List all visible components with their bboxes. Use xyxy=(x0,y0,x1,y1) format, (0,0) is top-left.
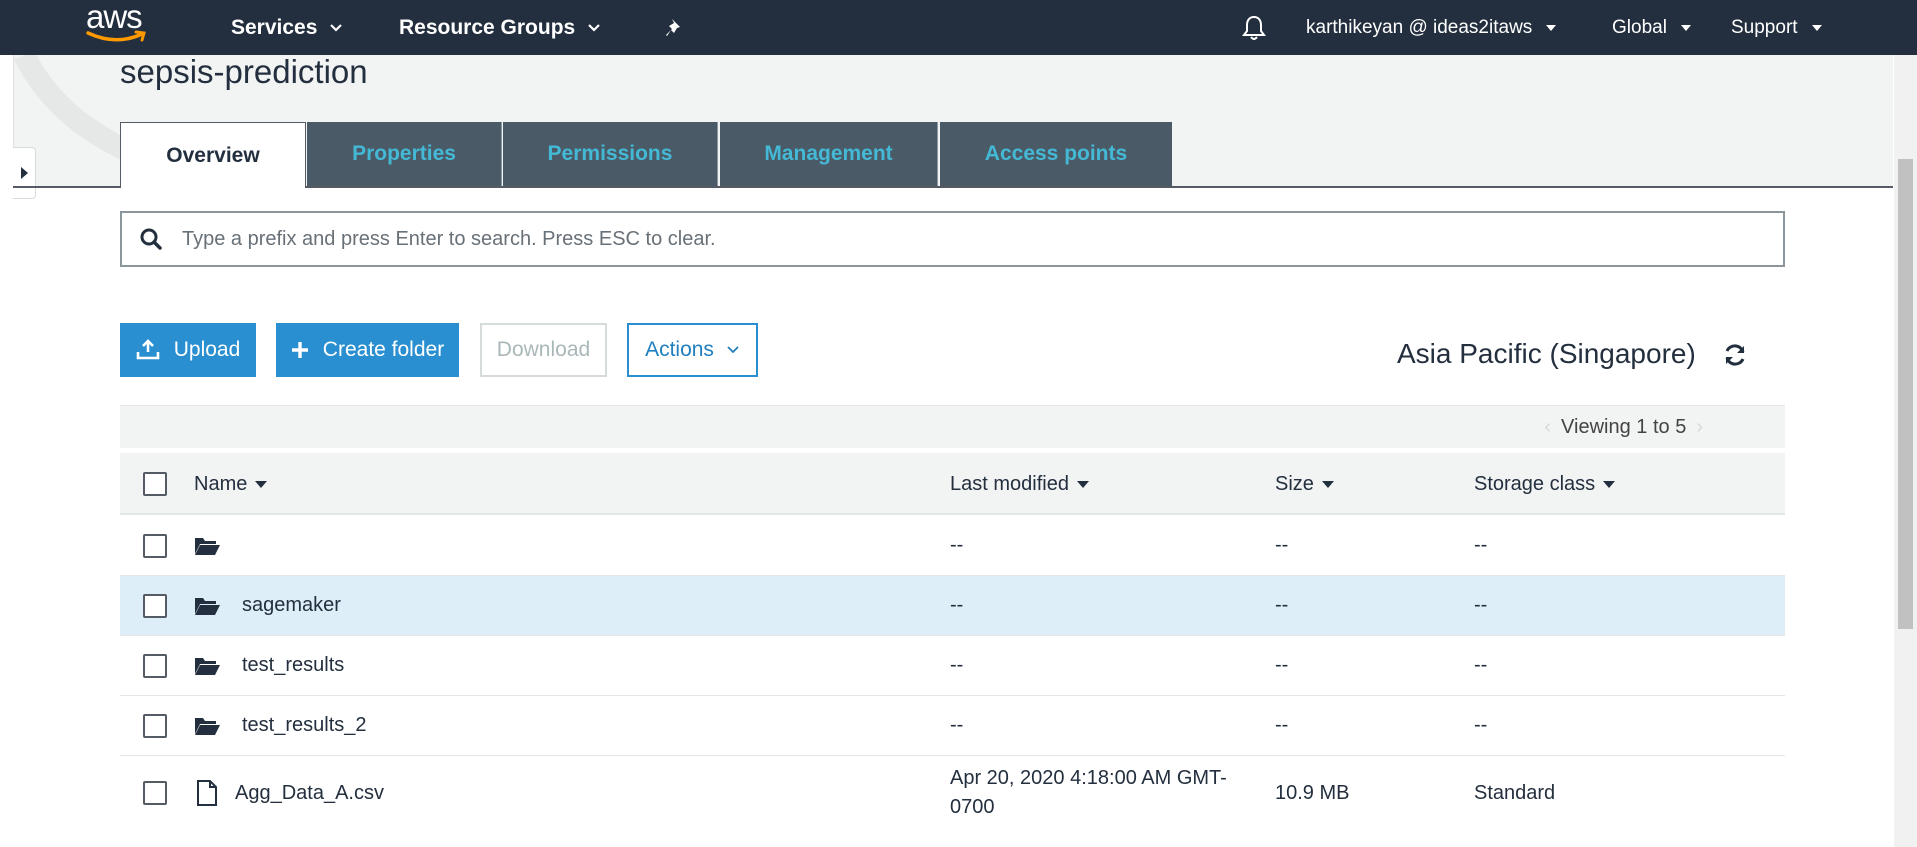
caret-right-icon xyxy=(20,167,28,179)
table-row[interactable]: Agg_Data_A.csv Apr 20, 2020 4:18:00 AM G… xyxy=(120,756,1785,830)
size-value: -- xyxy=(1275,534,1289,556)
table-row[interactable]: test_results -- -- -- xyxy=(120,636,1785,696)
folder-icon xyxy=(194,636,220,695)
chevron-down-icon xyxy=(727,346,739,354)
last-modified-value: -- xyxy=(950,654,964,676)
storage-class-value: -- xyxy=(1474,654,1488,676)
sort-caret-icon xyxy=(1603,480,1616,488)
pagination: ‹ Viewing 1 to 5 › xyxy=(1534,406,1713,449)
column-header-size[interactable]: Size xyxy=(1275,453,1334,515)
user-menu[interactable]: karthikeyan @ ideas2itaws xyxy=(1306,0,1557,55)
pushpin-icon[interactable] xyxy=(664,0,686,55)
page-scrollbar[interactable] xyxy=(1894,55,1917,847)
upload-icon xyxy=(136,339,160,361)
last-modified-value: -- xyxy=(950,714,964,736)
object-name[interactable]: sagemaker xyxy=(242,576,341,635)
folder-icon xyxy=(194,696,220,755)
region-label: Asia Pacific (Singapore) xyxy=(1397,338,1696,369)
tab-access-points[interactable]: Access points xyxy=(940,122,1172,186)
checkbox-box xyxy=(143,713,167,738)
pagination-text: Viewing 1 to 5 xyxy=(1561,416,1687,438)
search-icon xyxy=(122,227,180,251)
tab-management[interactable]: Management xyxy=(720,122,938,186)
checkbox-box xyxy=(143,472,167,496)
chevron-down-icon xyxy=(588,23,600,32)
region-menu[interactable]: Global xyxy=(1612,0,1691,55)
row-checkbox[interactable] xyxy=(143,636,167,695)
top-navigation-bar: aws Services Resource Groups karthikeyan… xyxy=(0,0,1917,55)
object-name[interactable]: test_results_2 xyxy=(242,696,367,755)
storage-class-value: Standard xyxy=(1474,781,1556,804)
actions-dropdown[interactable]: Actions xyxy=(627,323,758,377)
tab-permissions[interactable]: Permissions xyxy=(503,122,718,186)
sort-caret-icon xyxy=(1076,480,1089,488)
storage-class-value: -- xyxy=(1474,534,1488,556)
checkbox-box xyxy=(143,653,167,678)
caret-down-icon xyxy=(1680,24,1691,31)
tab-properties[interactable]: Properties xyxy=(307,122,502,186)
chevron-down-icon xyxy=(330,23,343,32)
plus-icon xyxy=(291,341,309,359)
tab-overview[interactable]: Overview xyxy=(120,122,306,188)
aws-smile-icon xyxy=(86,30,146,41)
caret-down-icon xyxy=(1811,24,1822,31)
size-value: -- xyxy=(1275,654,1289,676)
refresh-icon[interactable] xyxy=(1722,342,1748,368)
scrollbar-thumb[interactable] xyxy=(1898,159,1913,629)
row-checkbox[interactable] xyxy=(143,696,167,755)
column-header-name[interactable]: Name xyxy=(194,453,268,515)
table-row[interactable]: -- -- -- xyxy=(120,516,1785,576)
magnifier-glyph xyxy=(140,228,162,250)
pagination-bar: ‹ Viewing 1 to 5 › xyxy=(120,405,1785,448)
last-modified-value: -- xyxy=(950,534,964,556)
row-checkbox[interactable] xyxy=(143,516,167,575)
download-button[interactable]: Download xyxy=(480,323,607,377)
table-header: Name Last modified Size Storage class xyxy=(120,453,1785,515)
size-value: 10.9 MB xyxy=(1275,781,1350,804)
upload-button[interactable]: Upload xyxy=(120,323,256,377)
storage-class-value: -- xyxy=(1474,714,1488,736)
column-header-last-modified[interactable]: Last modified xyxy=(950,453,1089,515)
row-checkbox[interactable] xyxy=(143,576,167,635)
sort-caret-icon xyxy=(255,480,268,488)
page-title: sepsis-prediction xyxy=(120,53,368,90)
storage-class-value: -- xyxy=(1474,594,1488,616)
resource-groups-menu[interactable]: Resource Groups xyxy=(399,0,601,55)
checkbox-box xyxy=(143,593,167,618)
size-value: -- xyxy=(1275,714,1289,736)
last-modified-value: Apr 20, 2020 4:18:00 AM GMT-0700 xyxy=(950,767,1227,818)
folder-icon xyxy=(194,516,220,575)
pin-glyph xyxy=(666,18,680,36)
sort-caret-icon xyxy=(1321,480,1334,488)
bell-icon[interactable] xyxy=(1241,0,1267,55)
object-name[interactable]: test_results xyxy=(242,636,344,695)
support-menu[interactable]: Support xyxy=(1731,0,1822,55)
checkbox-box xyxy=(143,781,167,805)
refresh-glyph xyxy=(1725,344,1745,366)
select-all-checkbox[interactable] xyxy=(143,453,167,515)
last-modified-value: -- xyxy=(950,594,964,616)
table-row[interactable]: sagemaker -- -- -- xyxy=(120,576,1785,636)
folder-icon xyxy=(194,576,220,635)
column-header-storage-class[interactable]: Storage class xyxy=(1474,453,1616,515)
prefix-search-box xyxy=(120,211,1785,267)
bell-glyph xyxy=(1242,15,1266,40)
search-input[interactable] xyxy=(180,213,1783,265)
chevron-right-icon[interactable]: › xyxy=(1696,416,1703,439)
size-value: -- xyxy=(1275,594,1289,616)
caret-down-icon xyxy=(1546,24,1557,31)
object-name[interactable]: Agg_Data_A.csv xyxy=(235,756,384,830)
aws-logo[interactable]: aws xyxy=(86,0,148,55)
table-row[interactable]: test_results_2 -- -- -- xyxy=(120,696,1785,756)
services-menu[interactable]: Services xyxy=(231,0,343,55)
file-icon xyxy=(196,756,218,830)
side-drawer-toggle[interactable] xyxy=(13,147,36,199)
checkbox-box xyxy=(143,533,167,558)
row-checkbox[interactable] xyxy=(143,756,167,830)
create-folder-button[interactable]: Create folder xyxy=(276,323,459,377)
chevron-left-icon[interactable]: ‹ xyxy=(1544,416,1551,439)
